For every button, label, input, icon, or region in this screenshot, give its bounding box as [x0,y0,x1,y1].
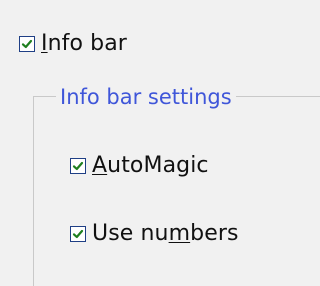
use-numbers-checkbox[interactable] [70,226,86,242]
automagic-checkbox-row[interactable]: AutoMagic [70,155,209,177]
info-bar-label-suffix: nfo bar [47,31,127,56]
use-numbers-label: Use numbers [92,223,239,245]
use-numbers-checkbox-row[interactable]: Use numbers [70,223,239,245]
use-numbers-label-prefix: Use nu [92,221,169,246]
automagic-label: AutoMagic [92,155,209,177]
check-icon [72,161,84,171]
automagic-label-mnemonic: A [92,153,108,178]
info-bar-checkbox-row[interactable]: Info bar [19,33,127,55]
info-bar-label: Info bar [41,33,127,55]
info-bar-settings-group [33,96,320,286]
check-icon [72,229,84,239]
use-numbers-label-suffix: bers [190,221,239,246]
info-bar-settings-title: Info bar settings [56,87,236,108]
automagic-label-suffix: utoMagic [107,153,209,178]
automagic-checkbox[interactable] [70,158,86,174]
info-bar-label-mnemonic: I [41,31,48,56]
check-icon [21,39,33,49]
info-bar-checkbox[interactable] [19,36,35,52]
use-numbers-label-mnemonic: m [168,221,191,246]
